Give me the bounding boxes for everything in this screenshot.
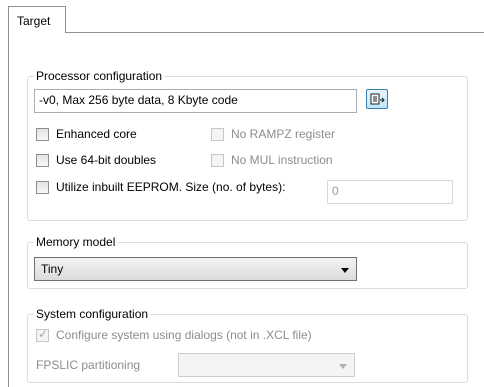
no-rampz-label: No RAMPZ register xyxy=(231,127,336,141)
tab-target-label: Target xyxy=(17,14,51,28)
enhanced-core-checkbox[interactable] xyxy=(36,128,49,141)
fpslic-partitioning-dropdown[interactable] xyxy=(178,353,355,377)
configure-system-checkbox[interactable] xyxy=(36,327,49,342)
no-rampz-checkbox[interactable] xyxy=(211,128,224,141)
configure-system-label: Configure system using dialogs (not in .… xyxy=(56,328,312,342)
eeprom-size-field[interactable]: 0 xyxy=(327,180,453,204)
chevron-down-icon xyxy=(339,364,347,369)
memory-model-dropdown[interactable]: Tiny xyxy=(34,257,357,281)
use-64bit-doubles-checkbox[interactable] xyxy=(36,154,49,167)
system-configuration-legend: System configuration xyxy=(34,307,151,321)
select-processor-icon xyxy=(370,93,385,105)
chevron-down-icon xyxy=(341,268,349,273)
select-processor-button[interactable] xyxy=(366,89,388,109)
tab-target[interactable]: Target xyxy=(8,6,66,33)
fpslic-partitioning-label: FPSLIC partitioning xyxy=(36,358,141,372)
no-mul-checkbox[interactable] xyxy=(211,154,224,167)
processor-config-field[interactable]: -v0, Max 256 byte data, 8 Kbyte code xyxy=(34,89,357,113)
processor-configuration-legend: Processor configuration xyxy=(34,69,165,83)
no-mul-label: No MUL instruction xyxy=(231,153,333,167)
eeprom-label: Utilize inbuilt EEPROM. Size (no. of byt… xyxy=(56,180,286,194)
eeprom-size-value: 0 xyxy=(332,184,339,198)
processor-config-value: -v0, Max 256 byte data, 8 Kbyte code xyxy=(39,93,238,107)
eeprom-checkbox[interactable] xyxy=(36,181,49,194)
enhanced-core-label: Enhanced core xyxy=(56,127,137,141)
memory-model-selected: Tiny xyxy=(41,262,64,276)
memory-model-legend: Memory model xyxy=(34,235,118,249)
use-64bit-doubles-label: Use 64-bit doubles xyxy=(56,153,157,167)
